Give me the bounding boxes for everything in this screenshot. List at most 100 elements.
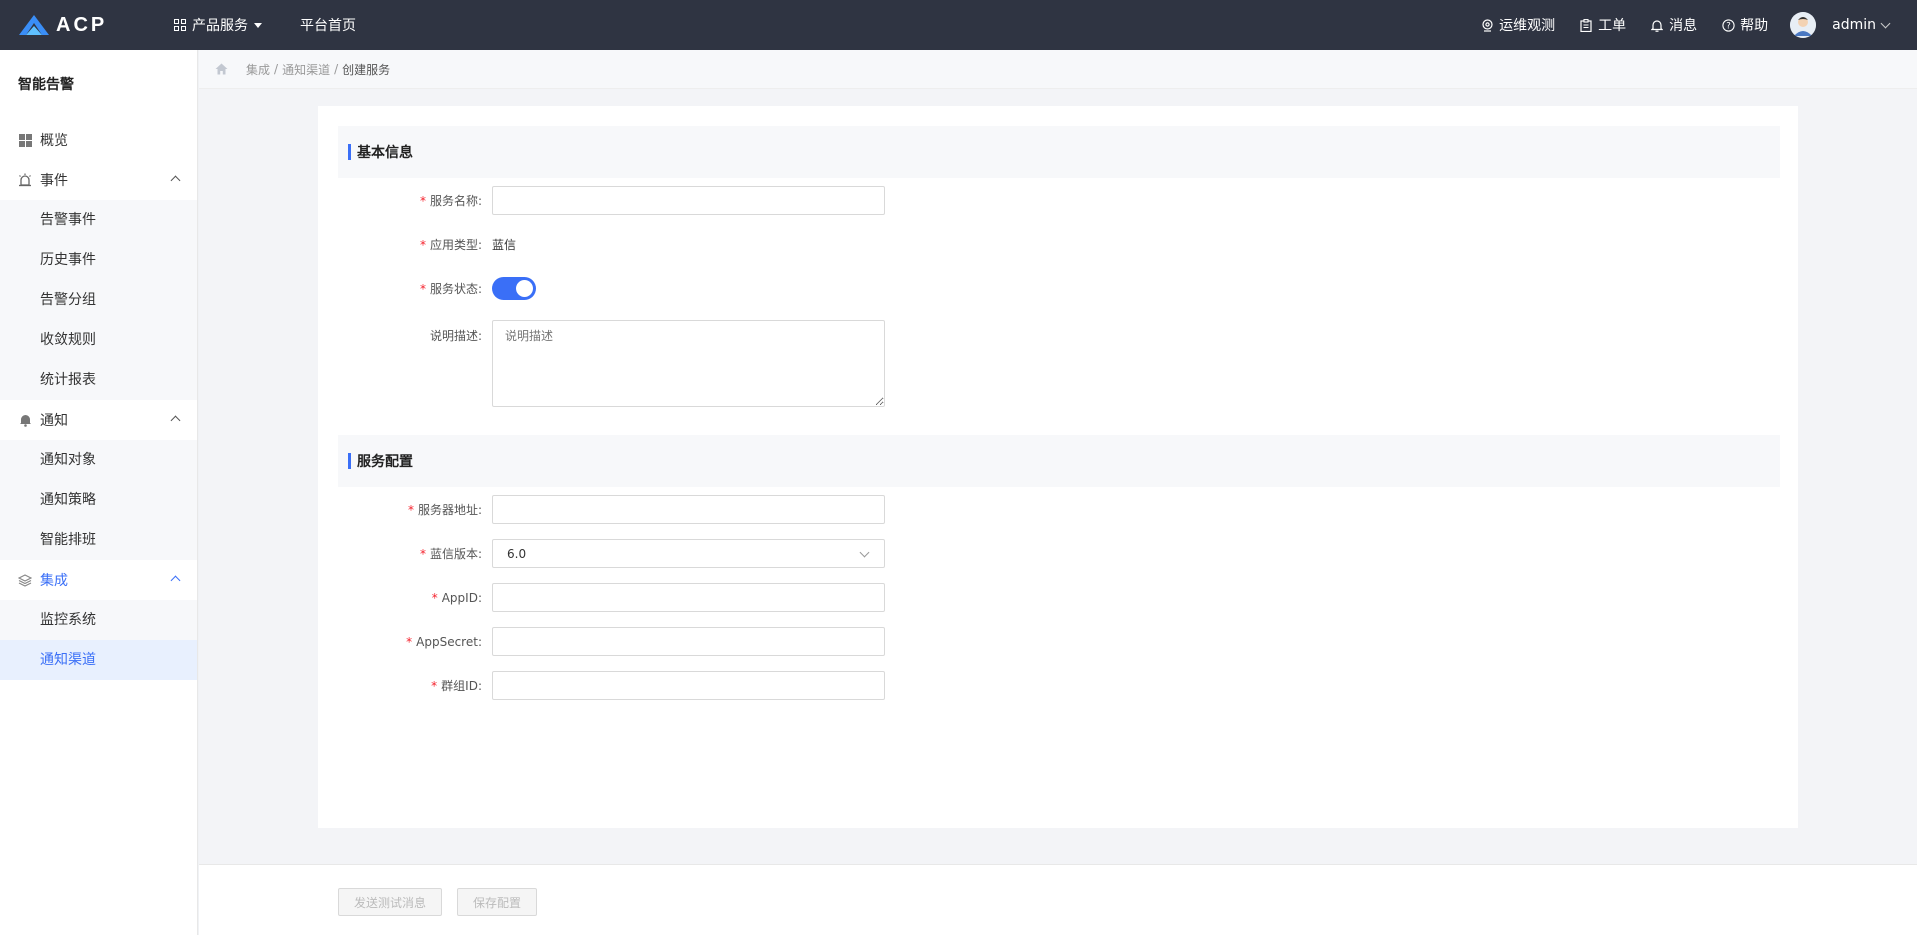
section-accent-bar [348, 453, 351, 469]
help-link[interactable]: ? 帮助 [1721, 15, 1768, 35]
service-name-row: * 服务名称: [338, 186, 1780, 215]
message-label: 消息 [1669, 18, 1698, 34]
appsecret-input[interactable] [492, 627, 885, 656]
field-label: AppID [441, 590, 478, 605]
save-config-button[interactable]: 保存配置 [457, 888, 537, 916]
chevron-down-icon [859, 547, 870, 558]
sidebar-group-notify[interactable]: 通知 [0, 400, 197, 440]
breadcrumb-item[interactable]: 集成 [246, 61, 270, 78]
sidebar-item-monitor-systems[interactable]: 监控系统 [0, 600, 197, 640]
chevron-up-icon [170, 575, 181, 586]
appid-input[interactable] [492, 583, 885, 612]
form-panel: 基本信息 *服务名称: *应用类型: 蓝信 *服务状态: 说明描述: 服务配置 … [318, 106, 1798, 828]
server-address-row: * 服务器地址: [338, 495, 1780, 524]
service-name-input[interactable] [492, 186, 885, 215]
field-label: 服务状态 [429, 282, 478, 296]
logo[interactable]: ACP [18, 14, 138, 37]
field-label: 蓝信版本 [429, 547, 478, 561]
help-circle-icon: ? [1721, 18, 1735, 32]
caret-down-icon [254, 22, 262, 28]
logo-mark-icon [19, 15, 49, 35]
sidebar-item-alert-events[interactable]: 告警事件 [0, 200, 197, 240]
home-icon[interactable] [215, 63, 228, 75]
server-address-input[interactable] [492, 495, 885, 524]
required-mark: * [431, 679, 438, 693]
sidebar-title: 智能告警 [18, 77, 74, 93]
basic-info-header: 基本信息 [338, 126, 1780, 178]
platform-home-label: 平台首页 [300, 18, 356, 34]
service-status-toggle[interactable] [492, 277, 536, 300]
field-label: AppSecret [416, 634, 478, 649]
version-row: * 蓝信版本: 6.0 [338, 539, 1780, 568]
sidebar-item-history-events[interactable]: 历史事件 [0, 240, 197, 280]
ops-observe-link[interactable]: 运维观测 [1480, 15, 1555, 35]
chevron-up-icon [170, 175, 181, 186]
field-label: 群组ID [441, 679, 478, 693]
section-title: 服务配置 [357, 454, 413, 470]
field-label: 服务名称 [429, 194, 478, 208]
required-mark: * [407, 503, 414, 517]
sidebar-item-smart-schedule[interactable]: 智能排班 [0, 520, 197, 560]
help-label: 帮助 [1740, 18, 1769, 34]
send-test-message-button[interactable]: 发送测试消息 [338, 888, 442, 916]
description-textarea[interactable] [492, 320, 885, 407]
version-select[interactable]: 6.0 [492, 539, 885, 568]
sidebar-item-overview[interactable]: 概览 [0, 120, 197, 160]
ops-observe-label: 运维观测 [1499, 18, 1556, 34]
sidebar-item-convergence-rules[interactable]: 收敛规则 [0, 320, 197, 360]
field-label: 服务器地址 [417, 503, 478, 517]
sidebar-group-integration[interactable]: 集成 [0, 560, 197, 600]
appsecret-row: * AppSecret: [338, 627, 1780, 656]
required-mark: * [419, 547, 426, 561]
user-avatar[interactable] [1790, 12, 1817, 38]
sidebar-item-label: 概览 [40, 133, 68, 149]
service-status-row: * 服务状态: [338, 274, 1780, 303]
sidebar-item-alert-groups[interactable]: 告警分组 [0, 280, 197, 320]
required-mark: * [419, 194, 426, 208]
field-label: 应用类型 [429, 238, 478, 252]
sidebar-item-reports[interactable]: 统计报表 [0, 360, 197, 400]
required-mark: * [419, 282, 426, 296]
chevron-down-icon [1880, 18, 1891, 28]
sidebar-item-notify-policy[interactable]: 通知策略 [0, 480, 197, 520]
ticket-label: 工单 [1598, 18, 1627, 34]
required-mark: * [406, 634, 413, 649]
group-id-row: * 群组ID: [338, 671, 1780, 700]
breadcrumb-current: 创建服务 [342, 62, 391, 77]
required-mark: * [419, 238, 426, 252]
toggle-knob [516, 280, 533, 297]
bell-icon [1650, 18, 1664, 32]
logo-text: ACP [56, 13, 108, 36]
platform-home-link[interactable]: 平台首页 [300, 15, 356, 35]
appid-row: * AppID: [338, 583, 1780, 612]
events-submenu: 告警事件 历史事件 告警分组 收敛规则 统计报表 [0, 200, 197, 400]
service-config-header: 服务配置 [338, 435, 1780, 487]
breadcrumb-item[interactable]: 通知渠道 [282, 61, 330, 78]
location-pin-icon [1480, 18, 1494, 32]
sidebar-group-label: 事件 [40, 173, 68, 189]
products-menu[interactable]: 产品服务 [174, 15, 262, 35]
integration-submenu: 监控系统 通知渠道 [0, 600, 197, 680]
notify-submenu: 通知对象 通知策略 智能排班 [0, 440, 197, 560]
user-menu[interactable]: admin [1832, 17, 1891, 33]
layers-icon [18, 573, 32, 587]
section-accent-bar [348, 144, 351, 160]
sidebar-item-notify-channels[interactable]: 通知渠道 [0, 640, 197, 680]
footer-actions: 发送测试消息 保存配置 [199, 864, 1917, 935]
dashboard-icon [18, 133, 32, 147]
ticket-link[interactable]: 工单 [1579, 15, 1626, 35]
top-navbar: ACP 产品服务 平台首页 运维观测 工单 消息 ? 帮助 admin [0, 0, 1917, 50]
user-name: admin [1832, 17, 1876, 33]
sidebar-item-notify-targets[interactable]: 通知对象 [0, 440, 197, 480]
group-id-input[interactable] [492, 671, 885, 700]
bell-icon [18, 413, 32, 427]
section-title: 基本信息 [357, 145, 413, 161]
breadcrumb-separator: / [274, 62, 279, 76]
version-selected-value: 6.0 [507, 546, 527, 561]
sidebar-group-events[interactable]: 事件 [0, 160, 197, 200]
breadcrumb: 集成 / 通知渠道 / 创建服务 [199, 50, 1917, 89]
description-row: 说明描述: [338, 320, 1780, 407]
message-link[interactable]: 消息 [1650, 15, 1697, 35]
breadcrumb-separator: / [334, 62, 339, 76]
products-label: 产品服务 [192, 18, 248, 34]
